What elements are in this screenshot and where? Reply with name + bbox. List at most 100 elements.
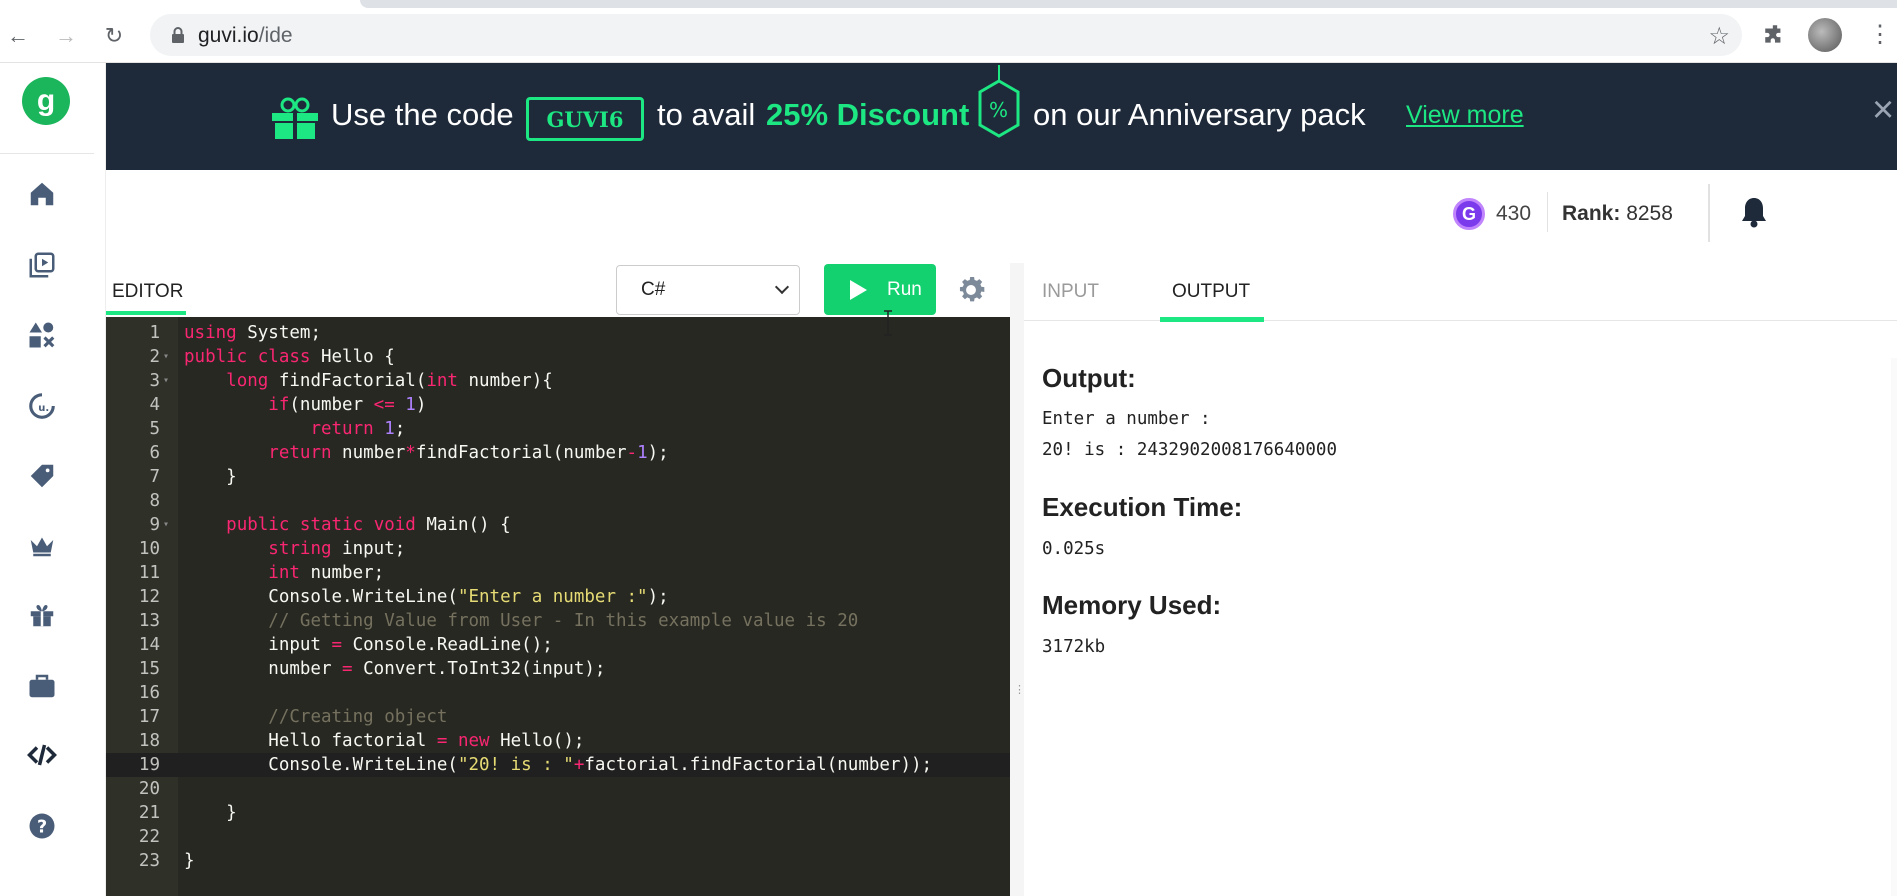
code-text: number = Convert.ToInt32(input); (184, 657, 605, 681)
code-line[interactable]: 9 ▾ public static void Main() { (106, 513, 1010, 537)
code-token: 1 (384, 419, 395, 439)
tab-input[interactable]: INPUT (1042, 281, 1099, 303)
code-line[interactable]: 21 } (106, 801, 1010, 825)
back-icon[interactable]: ← (2, 20, 34, 52)
code-line[interactable]: 7 } (106, 465, 1010, 489)
language-select[interactable]: C# (616, 265, 800, 315)
video-library-icon[interactable] (24, 247, 60, 283)
code-editor[interactable]: 1 using System; 2 ▾ public class Hello {3 ▾ l… (106, 317, 1010, 896)
badge-icon[interactable]: u. (24, 388, 60, 424)
code-line[interactable]: 22 (106, 825, 1010, 849)
code-token: static (299, 515, 364, 535)
code-token: ; (394, 419, 406, 439)
code-line[interactable]: 8 (106, 489, 1010, 513)
line-number: 21 (138, 803, 160, 823)
code-text: Console.WriteLine("Enter a number :"); (184, 585, 668, 609)
crown-icon[interactable] (24, 527, 60, 563)
code-line[interactable]: 13 // Getting Value from User - In this … (106, 609, 1010, 633)
code-icon[interactable] (24, 737, 60, 773)
percent-tag-icon: % (978, 65, 1020, 138)
code-line[interactable]: 2 ▾ public class Hello { (106, 345, 1010, 369)
view-more-link[interactable]: View more (1406, 101, 1524, 130)
fold-arrow-icon[interactable]: ▾ (163, 369, 169, 393)
fold-arrow-icon[interactable]: ▾ (163, 513, 169, 537)
geek-coin-icon: G (1453, 198, 1485, 230)
memory-used-title: Memory Used: (1042, 590, 1222, 620)
code-line[interactable]: 18 Hello factorial = new Hello(); (106, 729, 1010, 753)
line-number: 5 (149, 419, 160, 439)
code-line[interactable]: 15 number = Convert.ToInt32(input); (106, 657, 1010, 681)
code-line[interactable]: 10 string input; (106, 537, 1010, 561)
browser-profile-avatar[interactable] (1808, 18, 1842, 52)
coin-count: 430 (1496, 202, 1532, 225)
reload-icon[interactable]: ↻ (98, 20, 130, 52)
gift-icon[interactable] (24, 597, 60, 633)
code-text: } (184, 465, 237, 489)
panel-resize-handle[interactable]: ⋮⋮ (1010, 263, 1036, 896)
output-scrollbar[interactable] (1891, 358, 1897, 896)
line-number: 9 (149, 515, 160, 535)
code-text: public class Hello { (184, 345, 395, 369)
tab-output[interactable]: OUTPUT (1172, 281, 1250, 303)
code-line[interactable]: 3 ▾ long findFactorial(int number){ (106, 369, 1010, 393)
line-number: 17 (138, 707, 160, 727)
chevron-down-icon (774, 279, 790, 295)
code-line[interactable]: 20 (106, 777, 1010, 801)
io-panel: INPUT OUTPUT Output: Enter a number : 20… (1024, 263, 1897, 896)
code-token: string (268, 539, 332, 559)
help-icon[interactable]: ? (24, 808, 60, 844)
memory-used-value: 3172kb (1042, 637, 1106, 657)
tag-icon[interactable] (24, 458, 60, 494)
line-number: 14 (138, 635, 160, 655)
gear-icon[interactable] (954, 273, 988, 307)
code-token: "Enter a number :" (457, 587, 648, 607)
close-icon[interactable]: × (1872, 89, 1894, 132)
code-token: Console.WriteLine( (184, 587, 458, 607)
sidebar-divider (0, 153, 94, 154)
code-token: Console.ReadLine(); (342, 635, 553, 655)
code-line[interactable]: 23} (106, 849, 1010, 873)
user-stats-bar: G 430 Rank: 8258 (106, 170, 1897, 253)
execution-time-title: Execution Time: (1042, 492, 1243, 522)
run-button[interactable]: Run (824, 264, 936, 315)
code-line[interactable]: 17 //Creating object (106, 705, 1010, 729)
browser-menu-icon[interactable]: ⋮ (1868, 20, 1892, 49)
code-token: // Getting Value from User - In this exa… (268, 611, 859, 631)
line-number: 18 (138, 731, 160, 751)
code-line[interactable]: 4 if(number <= 1) (106, 393, 1010, 417)
code-line[interactable]: 12 Console.WriteLine("Enter a number :")… (106, 585, 1010, 609)
guvi-logo[interactable]: g (22, 77, 70, 125)
extensions-icon[interactable] (1762, 22, 1788, 48)
fold-arrow-icon[interactable]: ▾ (163, 345, 169, 369)
code-line[interactable]: 11 int number; (106, 561, 1010, 585)
line-number: 3 (149, 371, 160, 391)
output-title: Output: (1042, 363, 1136, 393)
code-line[interactable]: 14 input = Console.ReadLine(); (106, 633, 1010, 657)
line-number: 23 (138, 851, 160, 871)
address-bar[interactable]: guvi.io/ide ☆ (150, 14, 1742, 56)
code-text: int number; (184, 561, 384, 585)
forward-icon[interactable]: → (50, 20, 82, 52)
home-icon[interactable] (24, 176, 60, 212)
code-token: Convert.ToInt32(input); (352, 659, 606, 679)
code-token: long (226, 371, 269, 391)
tab-strip (360, 0, 1897, 8)
code-text: } (184, 849, 195, 873)
code-line[interactable]: 6 return number*findFactorial(number-1); (106, 441, 1010, 465)
shapes-icon[interactable] (24, 317, 60, 353)
bookmark-star-icon[interactable]: ☆ (1708, 22, 1730, 51)
notification-bell-icon[interactable] (1740, 196, 1768, 228)
svg-text:?: ? (37, 817, 47, 837)
code-line[interactable]: 19 Console.WriteLine("20! is : "+factori… (106, 753, 1010, 777)
line-number: 10 (138, 539, 160, 559)
code-token: using (184, 323, 237, 343)
tab-editor[interactable]: EDITOR (112, 281, 183, 303)
briefcase-icon[interactable] (24, 668, 60, 704)
code-line[interactable]: 5 return 1; (106, 417, 1010, 441)
code-line[interactable]: 1 using System; (106, 321, 1010, 345)
code-line[interactable]: 16 (106, 681, 1010, 705)
